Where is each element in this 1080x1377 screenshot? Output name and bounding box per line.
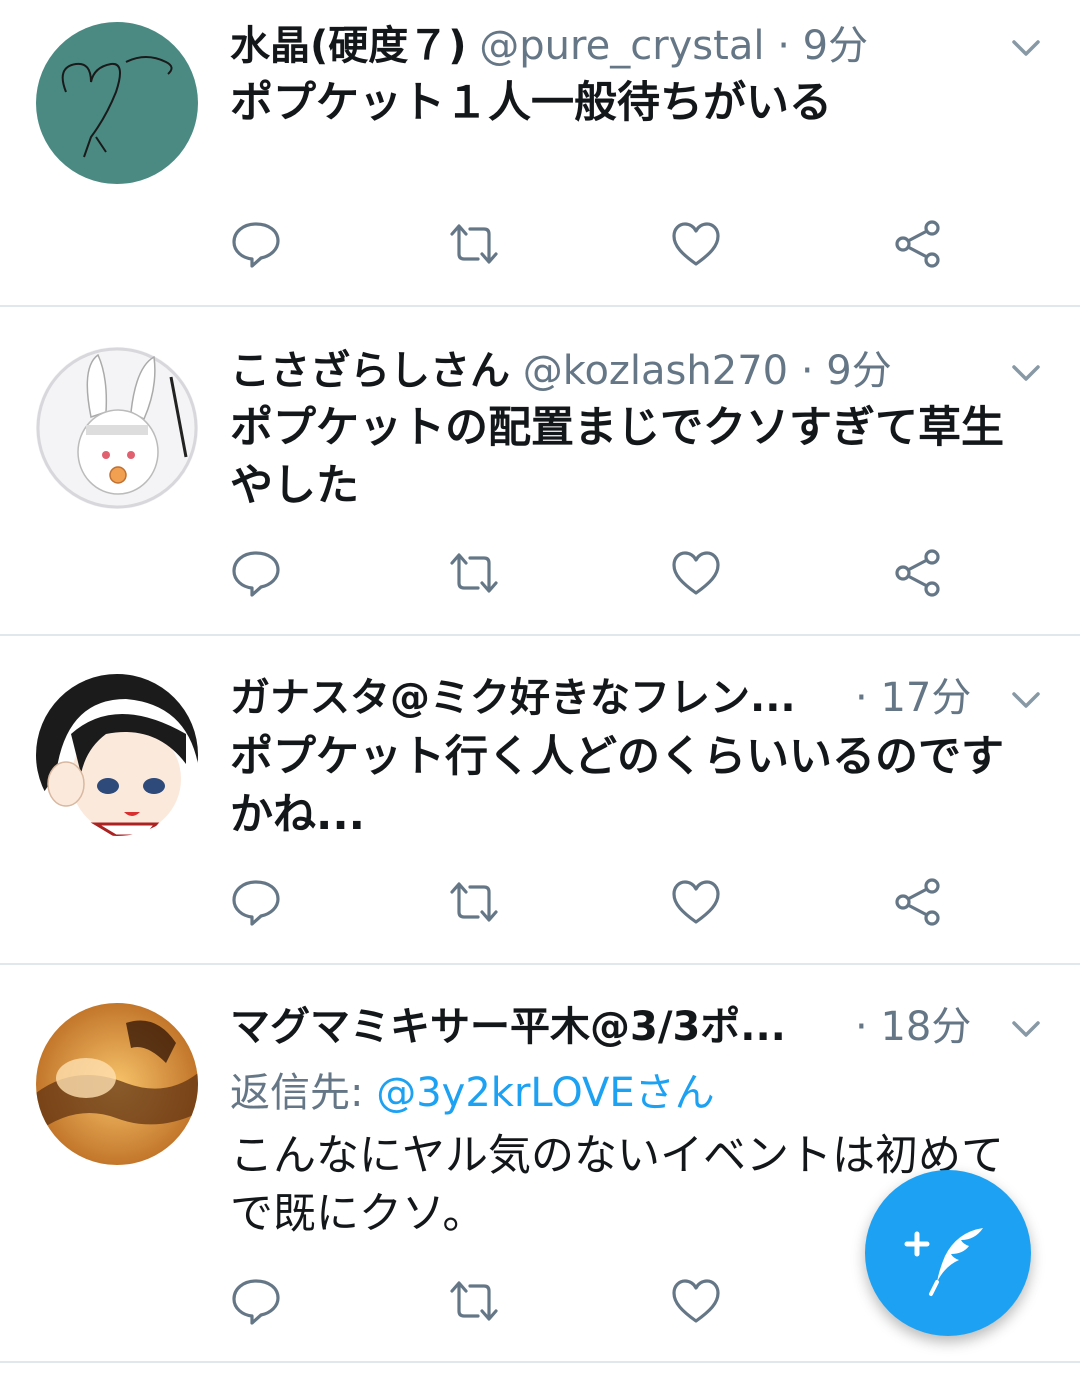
reply-context: 返信先: @3y2krLOVEさん bbox=[230, 1065, 715, 1121]
display-name[interactable]: ガナスタ@ミク好きなフレン... bbox=[230, 675, 796, 721]
avatar[interactable] bbox=[36, 347, 198, 509]
tweet-meta: · 17分 bbox=[855, 670, 971, 726]
tweet-actions bbox=[230, 876, 950, 936]
separator-dot: · bbox=[855, 1004, 868, 1050]
tweet-meta: · 18分 bbox=[855, 999, 971, 1055]
reply-icon[interactable] bbox=[230, 218, 282, 270]
like-icon[interactable] bbox=[670, 547, 722, 599]
timestamp[interactable]: 18分 bbox=[880, 1004, 971, 1050]
separator-dot: · bbox=[777, 23, 790, 69]
tweet-3[interactable]: ガナスタ@ミク好きなフレン... · 17分 ポプケット行く人どのくらいいるので… bbox=[0, 636, 1080, 965]
avatar[interactable] bbox=[36, 1003, 198, 1165]
timestamp[interactable]: 17分 bbox=[880, 675, 971, 721]
reply-icon[interactable] bbox=[230, 1275, 282, 1327]
display-name[interactable]: 水晶(硬度７) bbox=[230, 23, 467, 69]
retweet-icon[interactable] bbox=[448, 876, 500, 928]
tweet-text: ポプケット１人一般待ちがいる bbox=[230, 78, 832, 128]
like-icon[interactable] bbox=[670, 876, 722, 928]
compose-tweet-button[interactable] bbox=[865, 1170, 1031, 1336]
share-icon[interactable] bbox=[892, 218, 944, 270]
display-name[interactable]: マグマミキサー平木@3/3ポ... bbox=[230, 1004, 786, 1050]
tweet-header: ガナスタ@ミク好きなフレン... bbox=[230, 670, 796, 726]
tweet-text: ポプケット行く人どのくらいいるのです かね... bbox=[230, 732, 1004, 840]
tweet-actions bbox=[230, 218, 950, 278]
tweet-header: 水晶(硬度７) @pure_crystal · 9分 bbox=[230, 18, 970, 74]
like-icon[interactable] bbox=[670, 218, 722, 270]
retweet-icon[interactable] bbox=[448, 218, 500, 270]
retweet-icon[interactable] bbox=[448, 547, 500, 599]
separator-dot: · bbox=[855, 675, 868, 721]
chevron-down-icon[interactable] bbox=[1008, 682, 1044, 718]
chevron-down-icon[interactable] bbox=[1008, 1011, 1044, 1047]
display-name[interactable]: こさざらしさん bbox=[230, 348, 510, 394]
reply-icon[interactable] bbox=[230, 876, 282, 928]
chevron-down-icon[interactable] bbox=[1008, 355, 1044, 391]
chevron-down-icon[interactable] bbox=[1008, 30, 1044, 66]
compose-tweet-icon bbox=[904, 1228, 983, 1296]
tweet-actions bbox=[230, 547, 950, 607]
tweet-header: こさざらしさん @kozlash270 · 9分 bbox=[230, 343, 970, 399]
user-handle[interactable]: @kozlash270 bbox=[523, 348, 788, 394]
avatar[interactable] bbox=[36, 674, 198, 836]
reply-prefix: 返信先: bbox=[230, 1070, 377, 1116]
timestamp[interactable]: 9分 bbox=[826, 348, 891, 394]
reply-icon[interactable] bbox=[230, 547, 282, 599]
avatar[interactable] bbox=[36, 22, 198, 184]
timestamp[interactable]: 9分 bbox=[803, 23, 868, 69]
tweet-text: ポプケットの配置まじでクソすぎて草生 やした bbox=[230, 403, 1004, 511]
tweet-1[interactable]: 水晶(硬度７) @pure_crystal · 9分 ポプケット１人一般待ちがい… bbox=[0, 0, 1080, 307]
tweet-2[interactable]: こさざらしさん @kozlash270 · 9分 ポプケットの配置まじでクソすぎ… bbox=[0, 307, 1080, 636]
share-icon[interactable] bbox=[892, 876, 944, 928]
separator-dot: · bbox=[800, 348, 814, 394]
tweet-header: マグマミキサー平木@3/3ポ... bbox=[230, 999, 786, 1055]
tweet-actions bbox=[230, 1275, 950, 1335]
share-icon[interactable] bbox=[892, 547, 944, 599]
like-icon[interactable] bbox=[670, 1275, 722, 1327]
user-handle[interactable]: @pure_crystal bbox=[479, 23, 764, 69]
retweet-icon[interactable] bbox=[448, 1275, 500, 1327]
reply-to-link[interactable]: @3y2krLOVEさん bbox=[376, 1070, 714, 1116]
